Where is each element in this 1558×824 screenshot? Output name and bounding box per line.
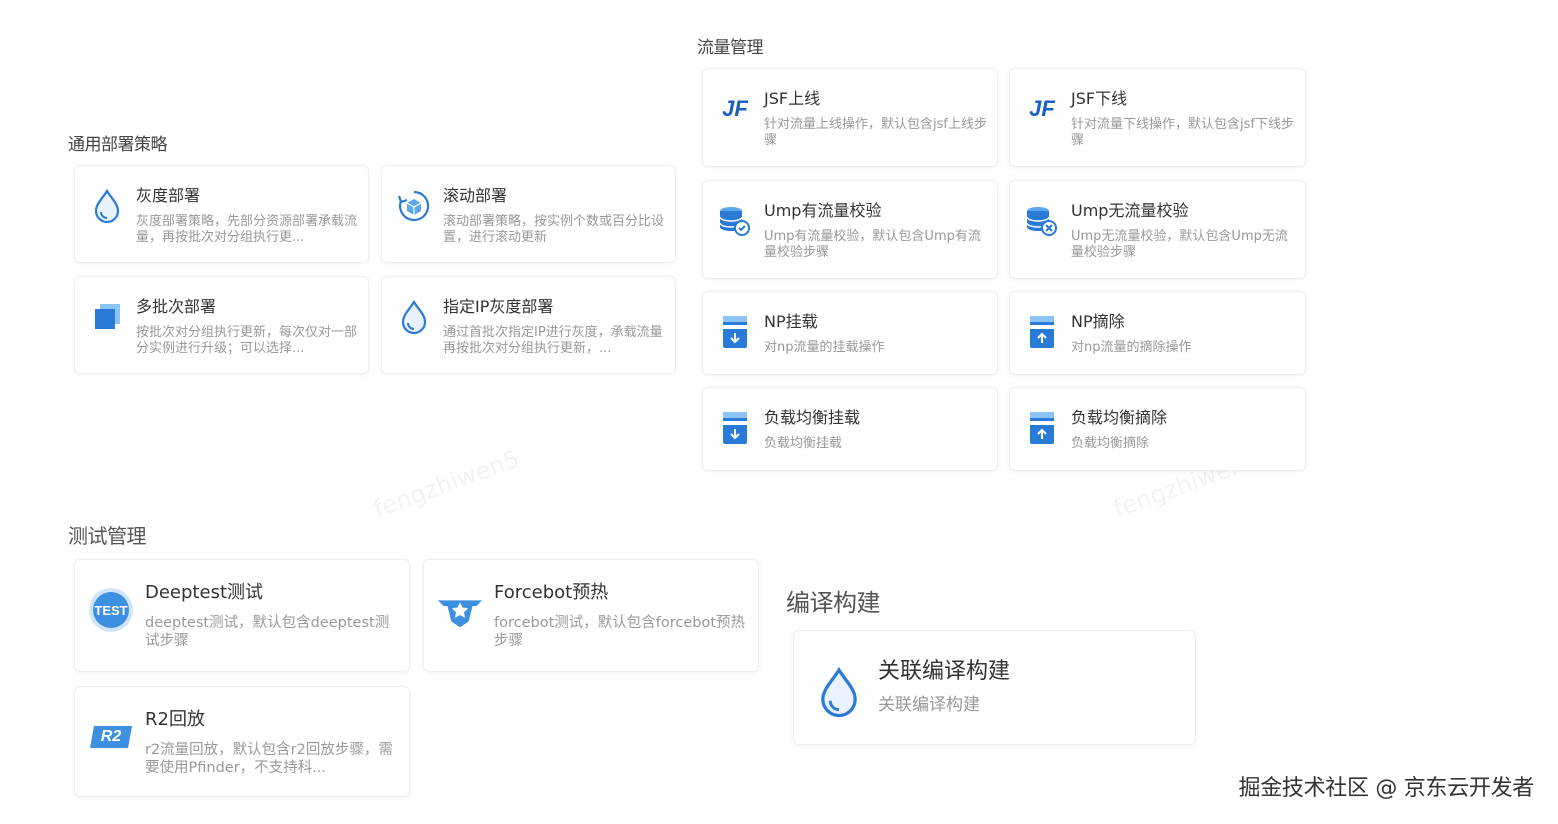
card-title: 多批次部署 xyxy=(136,297,217,316)
card-desc: Ump无流量校验，默认包含Ump无流量校验步骤 xyxy=(1071,229,1288,261)
watermark-text: fengzhiwen5 xyxy=(369,444,524,524)
footer-credit: 掘金技术社区 @ 京东云开发者 xyxy=(1238,776,1535,801)
card-title: 滚动部署 xyxy=(443,186,508,205)
database-cross-icon xyxy=(1024,203,1060,239)
droplet-icon xyxy=(396,299,432,335)
card-deeptest[interactable]: TEST Deeptest测试 deeptest测试，默认包含deeptest测… xyxy=(74,559,410,672)
card-desc: deeptest测试，默认包含deeptest测试步骤 xyxy=(145,615,390,650)
section-title-build: 编译构建 xyxy=(786,589,881,617)
card-title: JSF下线 xyxy=(1071,89,1128,108)
card-desc: 对np流量的挂载操作 xyxy=(764,340,885,355)
card-ump-traffic-check[interactable]: Ump有流量校验 Ump有流量校验，默认包含Ump有流量校验步骤 xyxy=(702,180,998,279)
card-rolling-deploy[interactable]: 滚动部署 滚动部署策略，按实例个数或百分比设置，进行滚动更新 xyxy=(381,165,676,263)
shield-star-icon xyxy=(436,586,484,634)
jsf-logo-icon: JF xyxy=(722,96,748,121)
card-desc: 滚动部署策略，按实例个数或百分比设置，进行滚动更新 xyxy=(443,214,665,246)
card-desc: 针对流量上线操作，默认包含jsf上线步骤 xyxy=(764,117,987,149)
card-desc: forcebot测试，默认包含forcebot预热步骤 xyxy=(494,615,746,650)
card-jsf-offline[interactable]: JF JSF下线 针对流量下线操作，默认包含jsf下线步骤 xyxy=(1009,68,1306,167)
card-desc: 对np流量的摘除操作 xyxy=(1071,340,1192,355)
server-down-icon xyxy=(717,410,753,446)
database-check-icon xyxy=(717,203,753,239)
card-lb-remove[interactable]: 负载均衡摘除 负载均衡摘除 xyxy=(1009,387,1306,471)
server-up-icon xyxy=(1024,314,1060,350)
r2-logo-icon: R2 xyxy=(87,713,135,761)
card-np-remove[interactable]: NP摘除 对np流量的摘除操作 xyxy=(1009,291,1306,375)
section-title-test: 测试管理 xyxy=(68,524,147,548)
card-title: 指定IP灰度部署 xyxy=(443,297,554,316)
card-title: 关联编译构建 xyxy=(878,659,1011,684)
card-desc: 关联编译构建 xyxy=(878,695,980,715)
card-title: NP挂载 xyxy=(764,312,818,331)
server-down-icon xyxy=(717,314,753,350)
droplet-icon xyxy=(89,188,125,224)
card-jsf-online[interactable]: JF JSF上线 针对流量上线操作，默认包含jsf上线步骤 xyxy=(702,68,998,167)
droplet-icon xyxy=(814,665,864,719)
card-title: Deeptest测试 xyxy=(145,582,264,603)
card-desc: 通过首批次指定IP进行灰度，承载流量再按批次对分组执行更新，... xyxy=(443,325,663,357)
card-desc: 灰度部署策略，先部分资源部署承载流量，再按批次对分组执行更... xyxy=(136,214,358,246)
card-title: R2回放 xyxy=(145,709,205,730)
card-desc: 按批次对分组执行更新，每次仅对一部分实例进行升级；可以选择... xyxy=(136,325,358,357)
card-title: Ump有流量校验 xyxy=(764,201,882,220)
card-np-mount[interactable]: NP挂载 对np流量的挂载操作 xyxy=(702,291,998,375)
card-multi-batch-deploy[interactable]: 多批次部署 按批次对分组执行更新，每次仅对一部分实例进行升级；可以选择... xyxy=(74,276,369,374)
rolling-cube-icon xyxy=(396,188,432,224)
jsf-logo-icon: JF xyxy=(1029,96,1055,121)
server-up-icon xyxy=(1024,410,1060,446)
card-title: Forcebot预热 xyxy=(494,582,609,603)
card-desc: r2流量回放，默认包含r2回放步骤，需要使用Pfinder，不支持科... xyxy=(145,742,393,777)
card-desc: 针对流量下线操作，默认包含jsf下线步骤 xyxy=(1071,117,1294,149)
card-title: Ump无流量校验 xyxy=(1071,201,1189,220)
card-ip-canary-deploy[interactable]: 指定IP灰度部署 通过首批次指定IP进行灰度，承载流量再按批次对分组执行更新，.… xyxy=(381,276,676,374)
card-canary-deploy[interactable]: 灰度部署 灰度部署策略，先部分资源部署承载流量，再按批次对分组执行更... xyxy=(74,165,369,263)
section-title-deploy: 通用部署策略 xyxy=(68,135,168,155)
card-linked-build[interactable]: 关联编译构建 关联编译构建 xyxy=(793,630,1196,745)
card-ump-no-traffic-check[interactable]: Ump无流量校验 Ump无流量校验，默认包含Ump无流量校验步骤 xyxy=(1009,180,1306,279)
section-title-traffic: 流量管理 xyxy=(697,38,764,58)
card-title: 灰度部署 xyxy=(136,186,201,205)
card-desc: 负载均衡挂载 xyxy=(764,436,843,451)
card-title: JSF上线 xyxy=(764,89,821,108)
card-desc: 负载均衡摘除 xyxy=(1071,436,1150,451)
card-r2-replay[interactable]: R2 R2回放 r2流量回放，默认包含r2回放步骤，需要使用Pfinder，不支… xyxy=(74,686,410,797)
card-title: NP摘除 xyxy=(1071,312,1125,331)
card-desc: Ump有流量校验，默认包含Ump有流量校验步骤 xyxy=(764,229,981,261)
card-title: 负载均衡摘除 xyxy=(1071,408,1168,427)
card-lb-mount[interactable]: 负载均衡挂载 负载均衡挂载 xyxy=(702,387,998,471)
test-badge-icon: TEST xyxy=(87,586,135,634)
layers-icon xyxy=(89,299,125,335)
card-forcebot[interactable]: Forcebot预热 forcebot测试，默认包含forcebot预热步骤 xyxy=(423,559,759,672)
card-title: 负载均衡挂载 xyxy=(764,408,861,427)
